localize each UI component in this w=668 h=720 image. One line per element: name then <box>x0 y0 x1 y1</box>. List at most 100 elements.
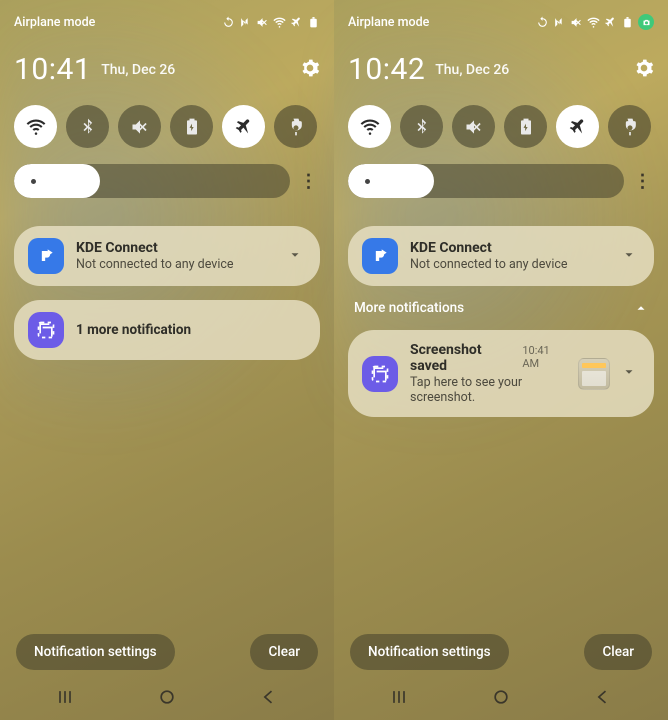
mute-icon <box>130 117 150 137</box>
battery-status-icon <box>621 16 634 29</box>
recents-button[interactable] <box>369 687 429 707</box>
brightness-fill <box>14 164 100 198</box>
clear-button[interactable]: Clear <box>250 634 318 670</box>
notification-list: KDE Connect Not connected to any device … <box>14 226 320 360</box>
notification-body: 1 more notification <box>76 322 306 338</box>
notification-kde[interactable]: KDE Connect Not connected to any device <box>348 226 654 286</box>
chevron-down-icon <box>622 248 636 262</box>
flashlight-icon <box>286 117 306 137</box>
clock-time: 10:41 <box>14 52 91 87</box>
airplane-status-icon <box>604 16 617 29</box>
home-button[interactable] <box>137 687 197 707</box>
toggle-flashlight[interactable] <box>274 105 317 148</box>
notification-subtitle: Tap here to see your screenshot. <box>410 375 566 405</box>
back-button[interactable] <box>239 687 299 707</box>
toggle-wifi[interactable] <box>348 105 391 148</box>
notification-more[interactable]: 1 more notification <box>14 300 320 360</box>
quick-toggles <box>14 105 320 148</box>
chevron-down-icon <box>622 365 636 379</box>
brightness-menu-button[interactable]: ⋮ <box>630 171 654 192</box>
notification-title: KDE Connect <box>410 240 610 256</box>
notification-settings-button[interactable]: Notification settings <box>350 634 509 670</box>
notification-body: Screenshot saved 10:41 AM Tap here to se… <box>410 342 566 405</box>
sync-icon <box>222 16 235 29</box>
airplane-icon <box>568 117 588 137</box>
notification-title: Screenshot saved <box>410 342 514 374</box>
toggle-battery-saver[interactable] <box>170 105 213 148</box>
flashlight-icon <box>620 117 640 137</box>
airplane-status-icon <box>290 16 303 29</box>
brightness-menu-button[interactable]: ⋮ <box>296 171 320 192</box>
expand-button[interactable] <box>622 247 640 266</box>
status-text: Airplane mode <box>14 15 95 30</box>
toggle-mute[interactable] <box>118 105 161 148</box>
bluetooth-icon <box>78 117 98 137</box>
clock-date: Thu, Dec 26 <box>435 62 509 78</box>
clock-row: 10:41 Thu, Dec 26 <box>14 52 320 87</box>
notification-kde[interactable]: KDE Connect Not connected to any device <box>14 226 320 286</box>
camera-indicator <box>638 14 654 30</box>
mute-icon <box>464 117 484 137</box>
nfc-icon <box>239 16 252 29</box>
wifi-icon <box>360 117 380 137</box>
status-icons <box>536 14 654 30</box>
toggle-wifi[interactable] <box>14 105 57 148</box>
brightness-slider[interactable] <box>348 164 624 198</box>
settings-button[interactable] <box>634 58 654 82</box>
notification-settings-button[interactable]: Notification settings <box>16 634 175 670</box>
battery-saver-icon <box>516 117 536 137</box>
battery-status-icon <box>307 16 320 29</box>
system-navbar <box>348 680 654 720</box>
notification-title: KDE Connect <box>76 240 276 256</box>
clock-time: 10:42 <box>348 52 425 87</box>
airplane-icon <box>234 117 254 137</box>
chevron-up-icon <box>634 301 648 315</box>
back-button[interactable] <box>573 687 633 707</box>
screenshot-icon <box>28 312 64 348</box>
recents-button[interactable] <box>35 687 95 707</box>
brightness-icon <box>26 174 41 189</box>
brightness-slider[interactable] <box>14 164 290 198</box>
brightness-row: ⋮ <box>14 164 320 198</box>
clear-button[interactable]: Clear <box>584 634 652 670</box>
footer-actions: Notification settings Clear <box>14 634 320 680</box>
wifi-status-icon <box>273 16 286 29</box>
toggle-battery-saver[interactable] <box>504 105 547 148</box>
toggle-airplane[interactable] <box>222 105 265 148</box>
home-button[interactable] <box>471 687 531 707</box>
wifi-icon <box>26 117 46 137</box>
notification-thumbnail <box>578 358 610 390</box>
toggle-bluetooth[interactable] <box>66 105 109 148</box>
clock-date: Thu, Dec 26 <box>101 62 175 78</box>
toggle-bluetooth[interactable] <box>400 105 443 148</box>
notification-subtitle: Not connected to any device <box>410 257 610 272</box>
brightness-icon <box>360 174 375 189</box>
toggle-mute[interactable] <box>452 105 495 148</box>
quick-toggles <box>348 105 654 148</box>
panel-right: Airplane mode 10:42 Thu, Dec 26 <box>334 0 668 720</box>
camera-icon <box>642 18 651 27</box>
expand-button[interactable] <box>288 247 306 266</box>
gear-icon <box>634 58 654 78</box>
notification-screenshot[interactable]: Screenshot saved 10:41 AM Tap here to se… <box>348 330 654 417</box>
screenshot-icon <box>362 356 398 392</box>
expand-button[interactable] <box>622 364 640 383</box>
footer-actions: Notification settings Clear <box>348 634 654 680</box>
kde-icon <box>28 238 64 274</box>
toggle-flashlight[interactable] <box>608 105 651 148</box>
status-icons <box>222 16 320 29</box>
brightness-fill <box>348 164 434 198</box>
mute-status-icon <box>256 16 269 29</box>
settings-button[interactable] <box>300 58 320 82</box>
more-notifications-header[interactable]: More notifications <box>348 300 654 316</box>
mute-status-icon <box>570 16 583 29</box>
clock-row: 10:42 Thu, Dec 26 <box>348 52 654 87</box>
status-bar: Airplane mode <box>348 10 654 34</box>
status-bar: Airplane mode <box>14 10 320 34</box>
system-navbar <box>14 680 320 720</box>
nfc-icon <box>553 16 566 29</box>
toggle-airplane[interactable] <box>556 105 599 148</box>
notification-list: KDE Connect Not connected to any device … <box>348 226 654 417</box>
chevron-down-icon <box>288 248 302 262</box>
battery-saver-icon <box>182 117 202 137</box>
